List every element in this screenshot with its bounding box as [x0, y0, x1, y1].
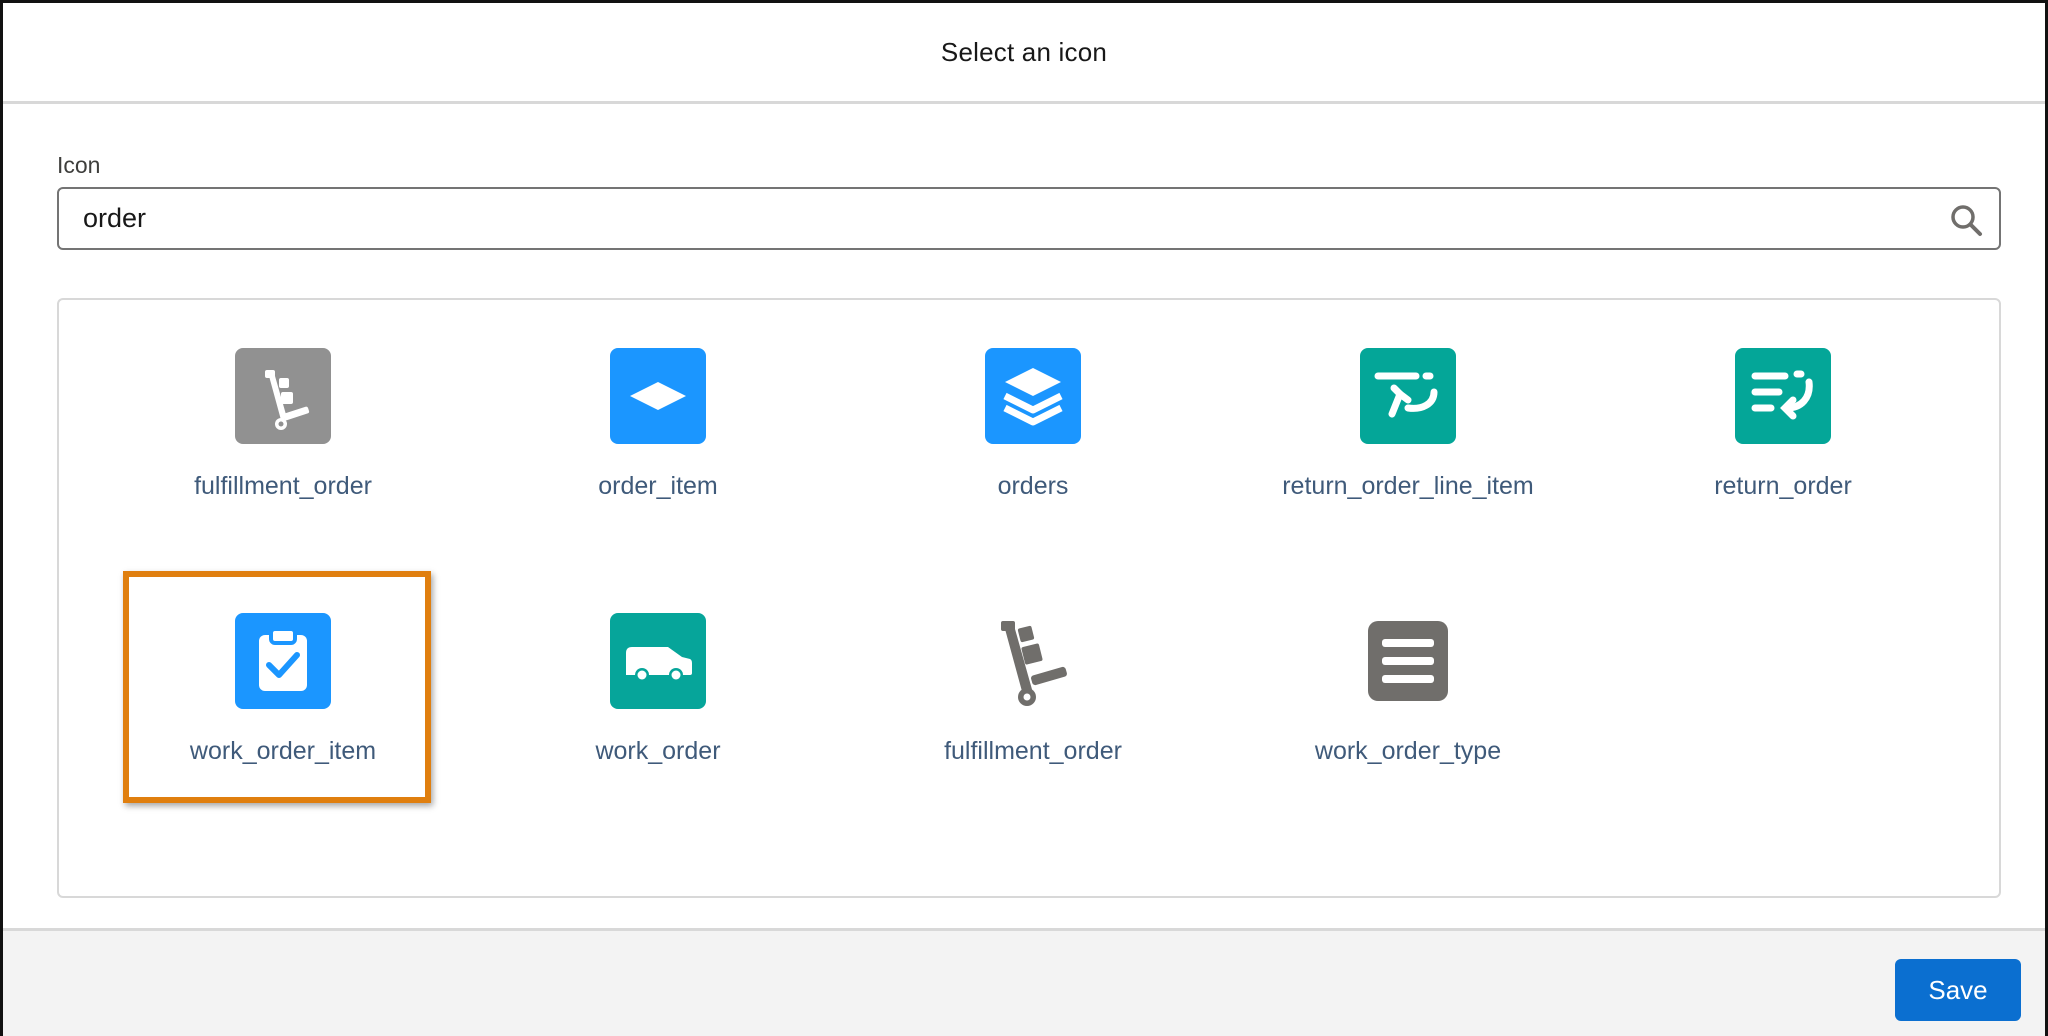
dialog-title: Select an icon	[940, 36, 1108, 67]
icon-results-grid: fulfillment_order order_item orders retu…	[57, 298, 2001, 898]
icon-tile-work-order[interactable]: work_order	[498, 613, 818, 813]
dialog-footer: Save	[3, 928, 2045, 1036]
return-line-icon	[1360, 348, 1456, 444]
icon-tile-fulfillment-order[interactable]: fulfillment_order	[123, 348, 443, 548]
icon-search-input[interactable]	[83, 203, 1903, 234]
icon-tile-label: orders	[997, 472, 1069, 500]
icon-tile-work-order-type[interactable]: work_order_type	[1248, 613, 1568, 813]
icon-tile-orders[interactable]: orders	[873, 348, 1193, 548]
van-icon	[610, 613, 706, 709]
icon-field-label: Icon	[57, 152, 101, 178]
clipboard-check-icon	[235, 613, 331, 709]
icon-tile-label: work_order_type	[1314, 737, 1502, 765]
save-button[interactable]: Save	[1895, 959, 2021, 1021]
icon-tile-work-order-item[interactable]: work_order_item	[123, 613, 443, 813]
list-lines-icon	[1360, 613, 1456, 709]
icon-tile-label: return_order_line_item	[1282, 472, 1534, 500]
search-icon[interactable]	[1949, 203, 1983, 237]
icon-tile-label: work_order	[595, 737, 721, 765]
dialog-header: Select an icon	[3, 3, 2045, 104]
icon-tile-label: fulfillment_order	[944, 737, 1122, 765]
hand-truck-icon	[235, 348, 331, 444]
hand-truck-utility-icon	[985, 613, 1081, 709]
icon-tile-label: return_order	[1714, 472, 1852, 500]
select-icon-dialog: Select an icon Icon order fulfillment_or…	[0, 0, 2048, 1036]
stacked-layers-icon	[985, 348, 1081, 444]
icon-tile-label: work_order_item	[189, 737, 377, 765]
return-list-icon	[1735, 348, 1831, 444]
icon-tile-order-item[interactable]: order_item	[498, 348, 818, 548]
icon-tile-fulfillment-order-utility[interactable]: fulfillment_order	[873, 613, 1193, 813]
diamond-icon	[610, 348, 706, 444]
icon-search-box[interactable]	[57, 187, 2001, 250]
icon-tile-label: order_item	[598, 472, 718, 500]
icon-tile-label: fulfillment_order	[194, 472, 372, 500]
icon-tile-return-order[interactable]: return_order	[1623, 348, 1943, 548]
icon-tile-return-order-line-item[interactable]: return_order_line_item	[1248, 348, 1568, 548]
